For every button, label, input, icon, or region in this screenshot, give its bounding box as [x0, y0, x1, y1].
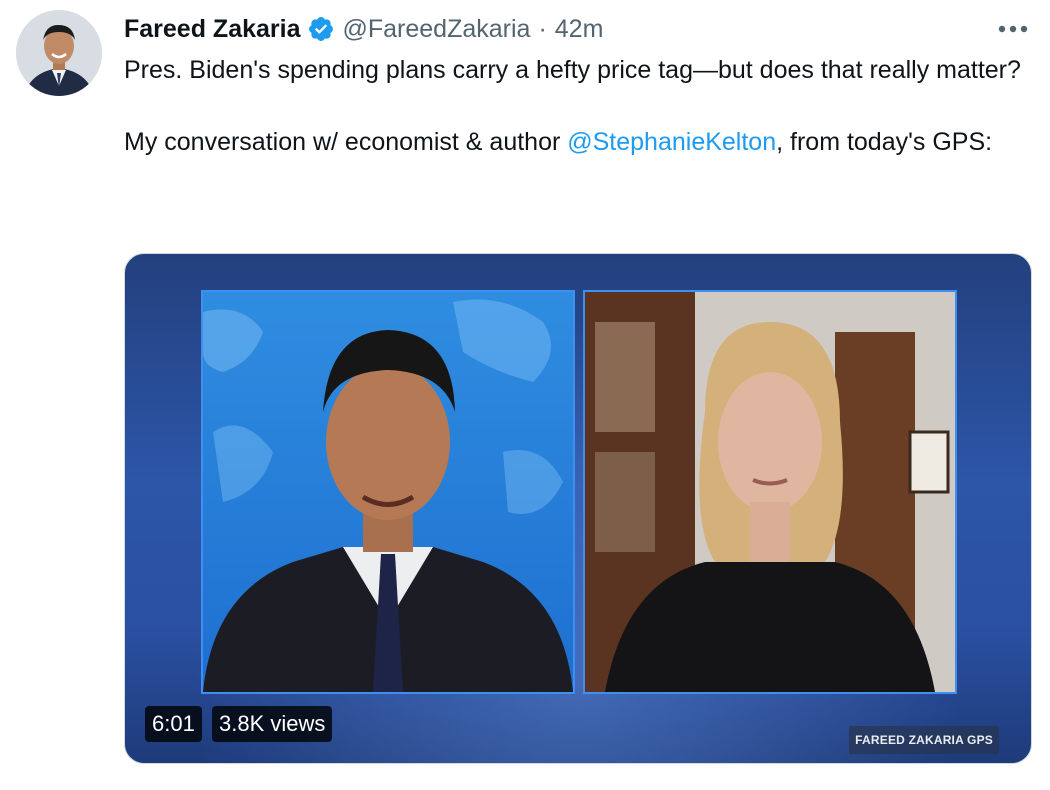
tweet-header: Fareed Zakaria @FareedZakaria · 42m [124, 12, 603, 46]
mention-link[interactable]: @StephanieKelton [567, 128, 776, 156]
tweet-card[interactable]: Fareed Zakaria @FareedZakaria · 42m Pres… [0, 0, 1050, 790]
tweet-text-line2-suffix: , from today's GPS: [776, 128, 993, 156]
display-name[interactable]: Fareed Zakaria [124, 15, 301, 44]
video-player[interactable]: 6:01 3.8K views FAREED ZAKARIA GPS [124, 253, 1032, 764]
tweet-text: Pres. Biden's spending plans carry a hef… [124, 52, 1024, 160]
video-views-badge: 3.8K views [212, 706, 333, 742]
video-duration-badge: 6:01 [145, 706, 202, 742]
avatar-photo [16, 10, 102, 96]
video-panel-host [201, 290, 575, 694]
tweet-text-line1: Pres. Biden's spending plans carry a hef… [124, 56, 1021, 84]
user-handle[interactable]: @FareedZakaria [343, 15, 531, 44]
more-horizontal-icon[interactable] [996, 14, 1030, 44]
avatar[interactable] [16, 10, 102, 96]
video-watermark: FAREED ZAKARIA GPS [849, 726, 999, 754]
video-panel-guest [583, 290, 957, 694]
timestamp[interactable]: 42m [555, 15, 604, 44]
separator-dot: · [538, 14, 547, 43]
tweet-text-line2: My conversation w/ economist & author @S… [124, 124, 1024, 160]
tweet-text-line2-prefix: My conversation w/ economist & author [124, 128, 568, 156]
verified-badge-icon [307, 15, 335, 43]
